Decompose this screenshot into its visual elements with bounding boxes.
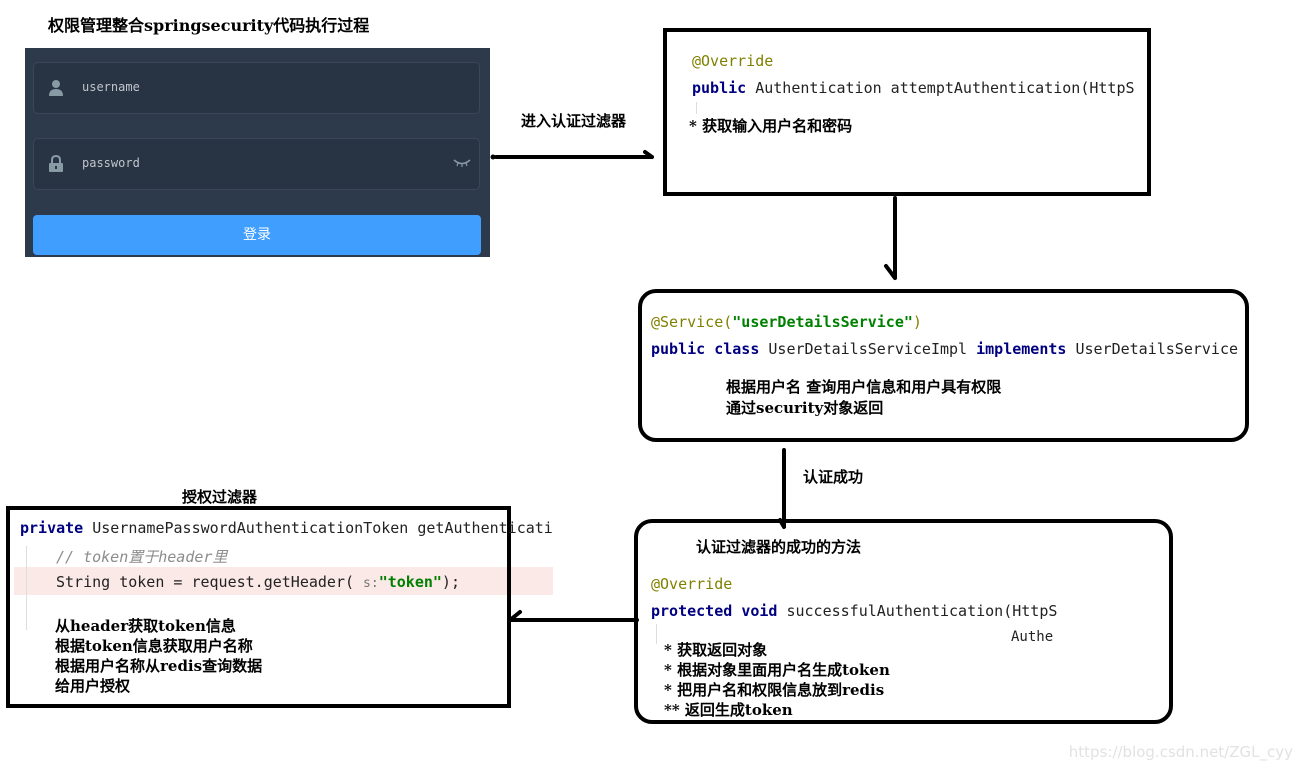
arrow-login-to-auth-filter <box>494 150 654 159</box>
watermark: https://blog.csdn.net/ZGL_cyy <box>1068 743 1293 761</box>
arrow-start-dot <box>490 154 496 160</box>
arrow-userdetails-to-success <box>778 448 786 529</box>
flow-arrows <box>490 150 897 622</box>
arrow-attempt-to-userdetails <box>884 196 897 280</box>
arrow-success-to-authz <box>508 610 639 622</box>
